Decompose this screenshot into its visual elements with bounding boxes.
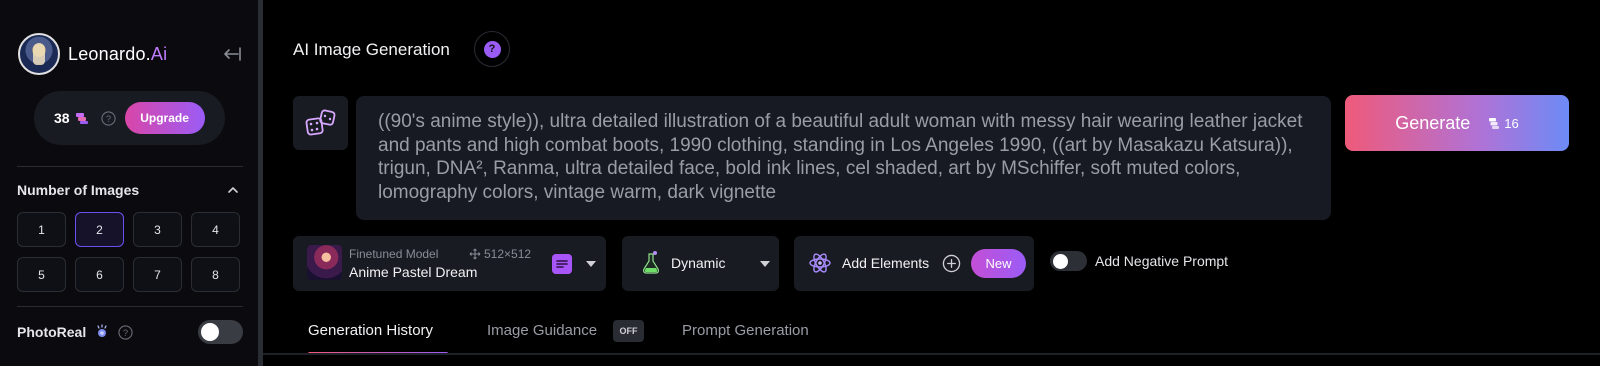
sidebar-divider: [258, 0, 263, 366]
page-title: AI Image Generation: [293, 40, 450, 59]
logo-row: Leonardo.Ai: [18, 32, 243, 76]
brand-name: Leonardo.Ai: [68, 43, 168, 64]
generate-cost: 16: [1488, 115, 1519, 131]
svg-text:?: ?: [123, 327, 128, 337]
photoreal-help-icon[interactable]: ?: [118, 324, 133, 340]
camera-sparkle-icon: [97, 324, 107, 337]
toggle-knob: [1053, 253, 1068, 269]
generate-cost-value: 16: [1504, 115, 1519, 131]
model-dimensions-value: 512×512: [484, 247, 532, 261]
model-dimensions: 512×512: [469, 247, 531, 261]
negative-prompt-label: Add Negative Prompt: [1095, 253, 1229, 269]
model-name: Anime Pastel Dream: [349, 264, 478, 280]
add-elements-button[interactable]: Add Elements New: [794, 236, 1034, 291]
num-images-5[interactable]: 5: [17, 257, 66, 292]
photoreal-row: PhotoReal ?: [17, 320, 243, 344]
tabs-baseline: [263, 353, 1600, 355]
chevron-down-icon[interactable]: [586, 261, 596, 267]
image-guidance-status-badge: OFF: [613, 320, 644, 342]
photoreal-toggle[interactable]: [198, 320, 243, 344]
token-icon: [75, 113, 88, 124]
brand-logo: [18, 33, 60, 75]
divider: [17, 166, 243, 167]
num-images-4[interactable]: 4: [191, 212, 240, 247]
model-thumbnail: [307, 245, 342, 280]
tab-prompt-generation[interactable]: Prompt Generation: [682, 322, 809, 339]
question-icon: ?: [483, 40, 501, 58]
chevron-down-icon[interactable]: [760, 261, 770, 267]
number-of-images-title: Number of Images: [17, 182, 140, 198]
num-images-7[interactable]: 7: [133, 257, 182, 292]
plus-circle-icon: [942, 254, 961, 273]
chevron-up-icon[interactable]: [226, 183, 240, 197]
num-images-6[interactable]: 6: [75, 257, 124, 292]
svg-text:?: ?: [105, 113, 110, 123]
photoreal-label: PhotoReal: [17, 324, 87, 340]
num-images-1[interactable]: 1: [17, 212, 66, 247]
atom-icon: [809, 253, 831, 273]
model-type-label: Finetuned Model: [349, 247, 439, 261]
prompt-input[interactable]: ((90's anime style)), ultra detailed ill…: [356, 96, 1331, 220]
model-info-icon[interactable]: [552, 254, 572, 274]
add-elements-label: Add Elements: [842, 255, 930, 271]
prompt-text[interactable]: ((90's anime style)), ultra detailed ill…: [378, 110, 1309, 204]
num-images-8[interactable]: 8: [191, 257, 240, 292]
tab-image-guidance[interactable]: Image Guidance: [487, 322, 597, 339]
credits-help-icon[interactable]: ?: [100, 110, 116, 126]
num-images-2[interactable]: 2: [75, 212, 124, 247]
upgrade-button[interactable]: Upgrade: [124, 102, 205, 134]
negative-prompt-toggle[interactable]: [1050, 251, 1087, 271]
divider: [17, 306, 243, 307]
generate-button[interactable]: Generate 16: [1345, 95, 1569, 151]
generate-label: Generate: [1395, 112, 1471, 133]
token-icon: [1489, 117, 1500, 129]
page-help-button[interactable]: ?: [474, 31, 510, 67]
style-label: Dynamic: [671, 255, 726, 271]
negative-prompt-row: Add Negative Prompt: [1050, 251, 1228, 271]
credits-count: 38: [54, 110, 70, 126]
collapse-sidebar-icon[interactable]: [219, 42, 243, 66]
random-prompt-button[interactable]: [293, 96, 348, 150]
number-of-images-options: 1 2 3 4 5 6 7 8: [17, 212, 243, 292]
tab-generation-history[interactable]: Generation History: [308, 322, 433, 339]
new-badge: New: [971, 249, 1026, 278]
style-selector[interactable]: Dynamic: [622, 236, 779, 291]
model-selector[interactable]: Finetuned Model 512×512 Anime Pastel Dre…: [293, 236, 606, 291]
num-images-3[interactable]: 3: [133, 212, 182, 247]
credits-pill: 38 ? Upgrade: [34, 91, 225, 145]
potion-icon: [643, 251, 659, 274]
toggle-knob: [201, 323, 219, 341]
sidebar: Leonardo.Ai 38 ? Upgrade Number of Image…: [0, 0, 258, 366]
move-icon: [469, 248, 481, 260]
dice-icon: [305, 109, 335, 136]
